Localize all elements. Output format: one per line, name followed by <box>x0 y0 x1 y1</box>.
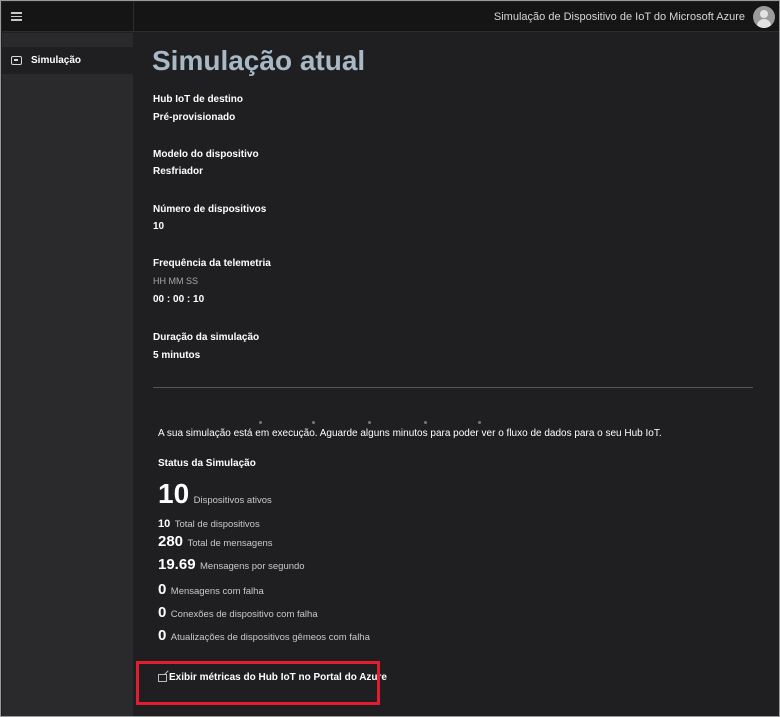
sidebar-item-simulacao[interactable]: Simulação <box>2 47 133 74</box>
stat-label: Mensagens por segundo <box>200 561 305 572</box>
running-message: A sua simulação está em execução. Aguard… <box>158 428 662 439</box>
section-divider <box>153 387 753 388</box>
progress-dot <box>478 421 481 424</box>
stat-value: 10 <box>158 478 190 509</box>
simulation-icon <box>11 56 22 65</box>
status-title: Status da Simulação <box>158 458 256 469</box>
stat-label: Dispositivos ativos <box>193 495 272 506</box>
progress-dot <box>368 421 371 424</box>
main-content: Simulação atual Hub IoT de destino Pré-p… <box>133 33 779 716</box>
stat-value: 280 <box>158 533 184 550</box>
telemetry-format: HH MM SS <box>153 276 198 286</box>
portal-link-label: Exibir métricas do Hub IoT no Portal do … <box>169 672 387 683</box>
top-bar: Simulação de Dispositivo de IoT do Micro… <box>2 2 779 32</box>
portal-metrics-link[interactable]: Exibir métricas do Hub IoT no Portal do … <box>158 672 387 683</box>
duration-value: 5 minutos <box>153 350 201 361</box>
stat-failed-connections: 0 Conexões de dispositivo com falha <box>158 604 318 622</box>
devices-label: Número de dispositivos <box>153 204 267 215</box>
stat-failed-twin-updates: 0 Atualizações de dispositivos gêmeos co… <box>158 627 370 645</box>
telemetry-label: Frequência da telemetria <box>153 258 271 269</box>
user-avatar-icon[interactable] <box>753 6 775 28</box>
app-window: Simulação de Dispositivo de IoT do Micro… <box>0 0 780 717</box>
external-link-icon <box>158 673 167 682</box>
devices-value: 10 <box>153 221 165 232</box>
hamburger-menu-icon[interactable] <box>11 10 25 24</box>
progress-dot <box>424 421 427 424</box>
stat-total-devices: 10 Total de dispositivos <box>158 514 260 532</box>
topbar-divider <box>133 2 134 32</box>
model-value: Resfriador <box>153 166 204 177</box>
stat-value: 0 <box>158 581 167 598</box>
sidebar: Simulação <box>2 33 133 716</box>
telemetry-value: 00 : 00 : 10 <box>153 294 205 305</box>
stat-label: Atualizações de dispositivos gêmeos com … <box>170 632 370 643</box>
progress-dot <box>259 421 262 424</box>
hub-value: Pré-provisionado <box>153 112 236 123</box>
stat-active-devices: 10 Dispositivos ativos <box>158 478 272 510</box>
stat-label: Mensagens com falha <box>170 586 264 597</box>
model-label: Modelo do dispositivo <box>153 149 259 160</box>
stat-value: 10 <box>158 518 171 530</box>
stat-total-messages: 280 Total de mensagens <box>158 533 273 551</box>
stat-messages-per-second: 19.69 Mensagens por segundo <box>158 556 305 574</box>
page-title: Simulação atual <box>152 45 366 76</box>
sidebar-item-label: Simulação <box>31 55 82 66</box>
stat-value: 19.69 <box>158 556 196 573</box>
stat-label: Total de mensagens <box>187 538 273 549</box>
stat-label: Total de dispositivos <box>174 519 260 530</box>
hub-label: Hub IoT de destino <box>153 94 243 105</box>
progress-dot <box>312 421 315 424</box>
stat-failed-messages: 0 Mensagens com falha <box>158 581 264 599</box>
duration-label: Duração da simulação <box>153 332 260 343</box>
stat-value: 0 <box>158 604 167 621</box>
stat-value: 0 <box>158 627 167 644</box>
app-title: Simulação de Dispositivo de IoT do Micro… <box>493 11 745 23</box>
stat-label: Conexões de dispositivo com falha <box>170 609 318 620</box>
